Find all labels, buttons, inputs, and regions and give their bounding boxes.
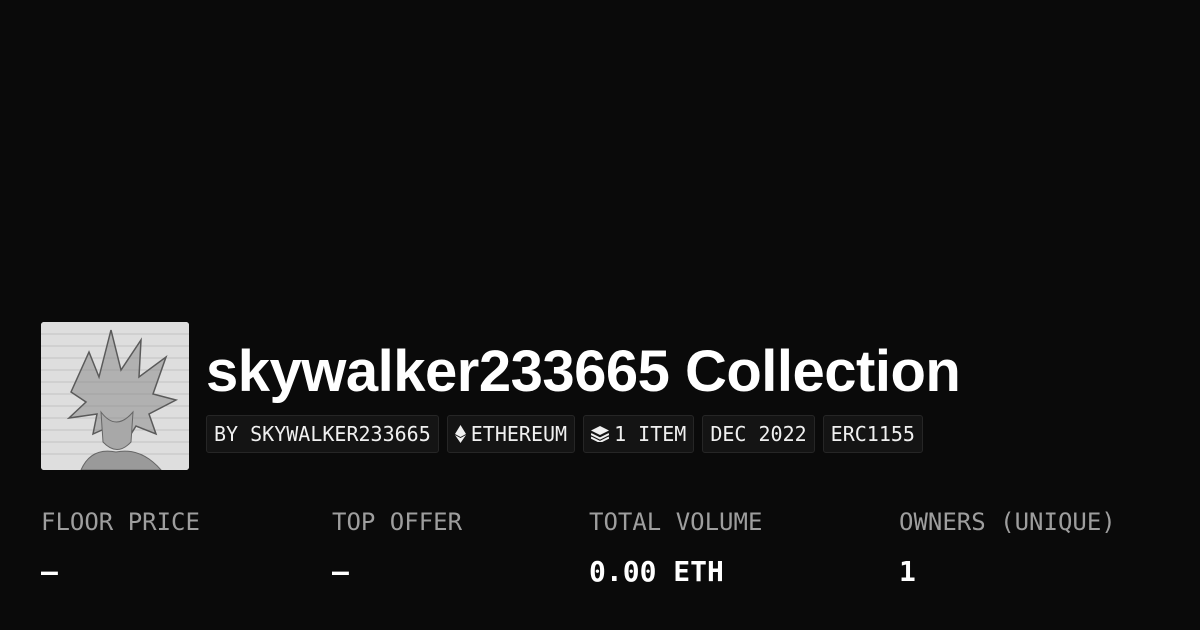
layers-icon — [591, 426, 610, 442]
stat-total-volume-value: 0.00 ETH — [589, 555, 724, 588]
stat-top-offer: TOP OFFER — — [332, 505, 462, 589]
stat-floor-price-label: FLOOR PRICE — [41, 508, 200, 536]
stat-total-volume-label: TOTAL VOLUME — [589, 508, 763, 536]
tag-standard: ERC1155 — [822, 415, 923, 453]
tag-items-label: 1 ITEM — [614, 422, 687, 446]
tag-creator-label: BY SKYWALKER233665 — [214, 422, 431, 446]
stat-owners: OWNERS (UNIQUE) 1 — [899, 505, 1116, 589]
tag-items[interactable]: 1 ITEM — [583, 415, 695, 453]
stat-top-offer-value: — — [332, 555, 349, 588]
ethereum-icon — [454, 425, 466, 443]
stat-top-offer-label: TOP OFFER — [332, 508, 463, 536]
tag-date-label: DEC 2022 — [710, 422, 807, 446]
stat-floor-price: FLOOR PRICE — — [41, 505, 200, 589]
tag-date: DEC 2022 — [702, 415, 815, 453]
collection-title: skywalker233665 Collection — [206, 339, 961, 404]
tag-standard-label: ERC1155 — [830, 422, 915, 446]
collection-tags: BY SKYWALKER233665 ETHEREUM 1 ITEM DEC 2… — [206, 415, 923, 453]
stat-owners-label: OWNERS (UNIQUE) — [899, 508, 1116, 536]
tag-chain-label: ETHEREUM — [470, 422, 568, 446]
tag-chain[interactable]: ETHEREUM — [446, 415, 576, 453]
stat-total-volume: TOTAL VOLUME 0.00 ETH — [589, 505, 762, 589]
stat-floor-price-value: — — [41, 555, 58, 588]
collection-avatar[interactable] — [41, 322, 189, 470]
avatar-sketch-image — [41, 322, 189, 470]
collection-stats: FLOOR PRICE — TOP OFFER — TOTAL VOLUME 0… — [0, 505, 1200, 605]
tag-creator[interactable]: BY SKYWALKER233665 — [206, 415, 439, 453]
stat-owners-value: 1 — [899, 555, 916, 588]
